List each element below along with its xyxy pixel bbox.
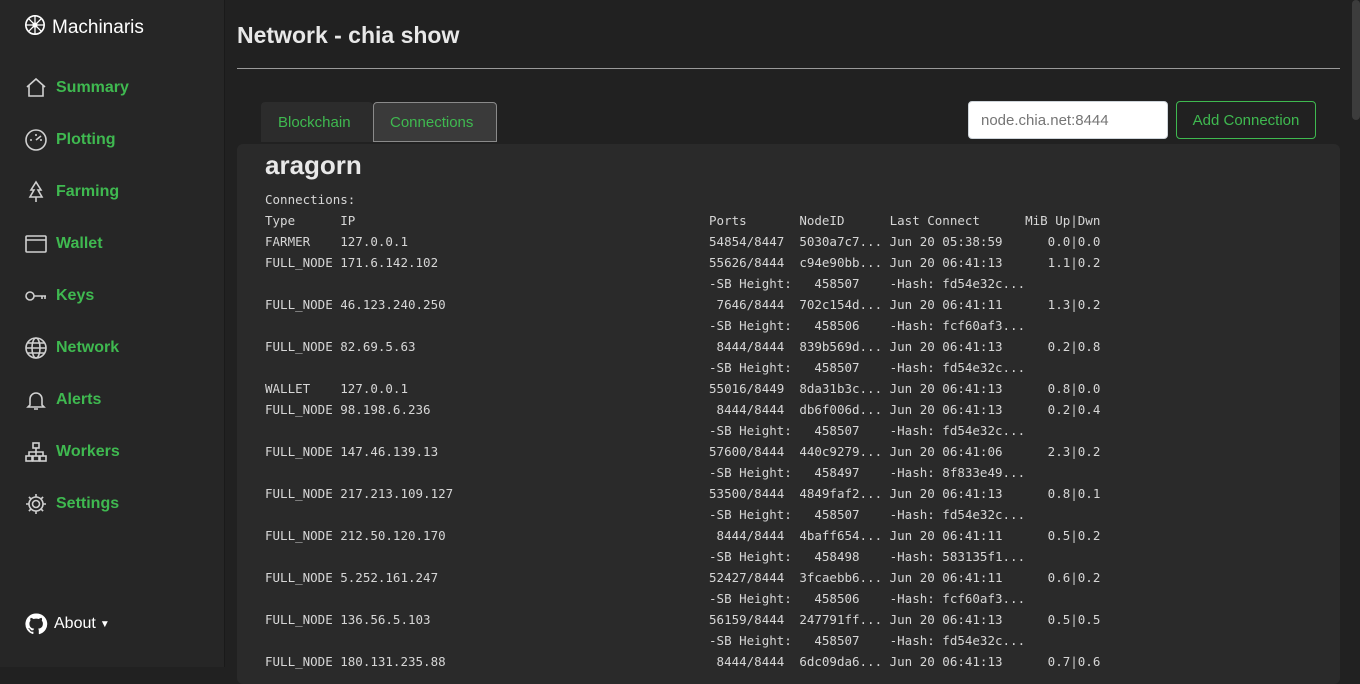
connection-sb-row: -SB Height: 458507 -Hash: fd54e32c...: [709, 507, 1026, 522]
connections-output: Connections: Type IP Ports NodeID Last C…: [265, 189, 1100, 672]
about-label: About: [54, 615, 96, 632]
sidebar-item-plotting[interactable]: Plotting: [24, 128, 116, 152]
sidebar-item-settings[interactable]: Settings: [24, 492, 119, 516]
connection-sb-row: -SB Height: 458507 -Hash: fd54e32c...: [709, 633, 1026, 648]
caret-down-icon: ▼: [99, 618, 110, 630]
connection-row: FULL_NODE 5.252.161.247 52427/8444 3fcae…: [265, 570, 1101, 585]
sidebar-item-label: Summary: [56, 79, 129, 96]
connection-sb-row: -SB Height: 458498 -Hash: 583135f1...: [709, 549, 1026, 564]
tab-blockchain[interactable]: Blockchain: [261, 102, 373, 142]
add-connection-button[interactable]: Add Connection: [1176, 101, 1316, 139]
connection-address-input[interactable]: [968, 101, 1168, 139]
sidebar-item-wallet[interactable]: Wallet: [24, 232, 103, 256]
house-icon: [24, 76, 48, 100]
connection-sb-row: -SB Height: 458497 -Hash: 8f833e49...: [709, 465, 1026, 480]
github-icon: [24, 612, 48, 636]
bell-icon: [24, 388, 48, 412]
connection-sb-row: -SB Height: 458507 -Hash: fd54e32c...: [709, 423, 1026, 438]
sidebar-item-alerts[interactable]: Alerts: [24, 388, 101, 412]
connection-row: FULL_NODE 136.56.5.103 56159/8444 247791…: [265, 612, 1101, 627]
connection-row: FULL_NODE 147.46.139.13 57600/8444 440c9…: [265, 444, 1101, 459]
connection-row: FULL_NODE 171.6.142.102 55626/8444 c94e9…: [265, 255, 1101, 270]
scrollbar[interactable]: [1352, 0, 1360, 120]
connection-row: FULL_NODE 217.213.109.127 53500/8444 484…: [265, 486, 1101, 501]
brand[interactable]: Machinaris: [24, 14, 144, 42]
key-icon: [24, 284, 48, 308]
connections-heading: Connections:: [265, 192, 356, 207]
connection-row: FULL_NODE 46.123.240.250 7646/8444 702c1…: [265, 297, 1101, 312]
connection-row: FARMER 127.0.0.1 54854/8447 5030a7c7... …: [265, 234, 1101, 249]
diagram-icon: [24, 440, 48, 464]
worker-hostname: aragorn: [265, 150, 362, 180]
sidebar-item-label: Farming: [56, 183, 120, 200]
connection-sb-row: -SB Height: 458506 -Hash: fcf60af3...: [709, 318, 1026, 333]
wallet-icon: [24, 232, 48, 256]
sidebar-item-farming[interactable]: Farming: [24, 180, 119, 204]
connection-row: FULL_NODE 82.69.5.63 8444/8444 839b569d.…: [265, 339, 1101, 354]
sidebar-item-keys[interactable]: Keys: [24, 284, 94, 308]
about-dropdown[interactable]: About ▼: [24, 612, 110, 636]
connection-row: FULL_NODE 98.198.6.236 8444/8444 db6f006…: [265, 402, 1101, 417]
divider: [237, 68, 1340, 69]
sidebar-item-network[interactable]: Network: [24, 336, 119, 360]
connection-sb-row: -SB Height: 458507 -Hash: fd54e32c...: [709, 360, 1026, 375]
flower-logo-icon: [24, 14, 52, 42]
brand-name: Machinaris: [52, 17, 144, 38]
globe-icon: [24, 336, 48, 360]
sidebar-item-label: Plotting: [56, 131, 116, 148]
sidebar-item-label: Alerts: [56, 391, 102, 408]
page-title: Network - chia show: [237, 22, 460, 48]
connection-row: WALLET 127.0.0.1 55016/8449 8da31b3c... …: [265, 381, 1101, 396]
connection-row: FULL_NODE 212.50.120.170 8444/8444 4baff…: [265, 528, 1101, 543]
connection-sb-row: -SB Height: 458506 -Hash: fcf60af3...: [709, 591, 1026, 606]
tab-connections[interactable]: Connections: [373, 102, 497, 142]
tree-icon: [24, 180, 48, 204]
sidebar-item-label: Workers: [56, 443, 120, 460]
sidebar-item-label: Keys: [56, 287, 95, 304]
sidebar: Machinaris Summary Plotting Farming Wall…: [0, 0, 225, 667]
sidebar-item-label: Settings: [56, 495, 120, 512]
sidebar-item-summary[interactable]: Summary: [24, 76, 129, 100]
connections-header-row: Type IP Ports NodeID Last Connect MiB Up…: [265, 213, 1101, 228]
gear-icon: [24, 492, 48, 516]
sidebar-item-label: Wallet: [56, 235, 103, 252]
connection-sb-row: -SB Height: 458507 -Hash: fd54e32c...: [709, 276, 1026, 291]
gauge-icon: [24, 128, 48, 152]
sidebar-item-workers[interactable]: Workers: [24, 440, 120, 464]
sidebar-item-label: Network: [56, 339, 120, 356]
